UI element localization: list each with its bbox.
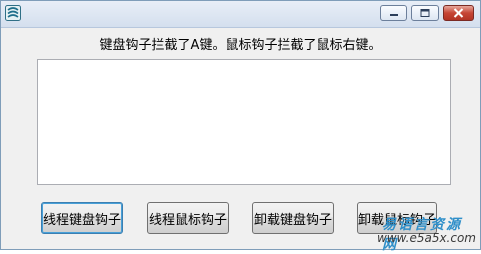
minimize-icon [390, 14, 398, 16]
unload-keyboard-hook-button[interactable]: 卸载键盘钩子 [252, 202, 334, 234]
maximize-button[interactable] [411, 5, 439, 21]
thread-mouse-hook-button[interactable]: 线程鼠标钩子 [147, 202, 229, 234]
app-logo-icon [5, 5, 21, 21]
minimize-button[interactable] [380, 5, 407, 21]
log-textarea[interactable] [37, 59, 451, 185]
unload-mouse-hook-button[interactable]: 卸载鼠标钩子 [357, 202, 437, 234]
hook-status-label: 键盘钩子拦截了A键。鼠标钩子拦截了鼠标右键。 [99, 38, 382, 53]
main-window: 键盘钩子拦截了A键。鼠标钩子拦截了鼠标右键。 线程键盘钩子 线程鼠标钩子 卸载键… [0, 0, 481, 253]
close-button[interactable] [443, 5, 474, 21]
thread-keyboard-hook-button[interactable]: 线程键盘钩子 [41, 202, 123, 234]
maximize-icon [420, 9, 430, 17]
close-icon [453, 8, 464, 18]
title-bar[interactable] [1, 1, 480, 28]
